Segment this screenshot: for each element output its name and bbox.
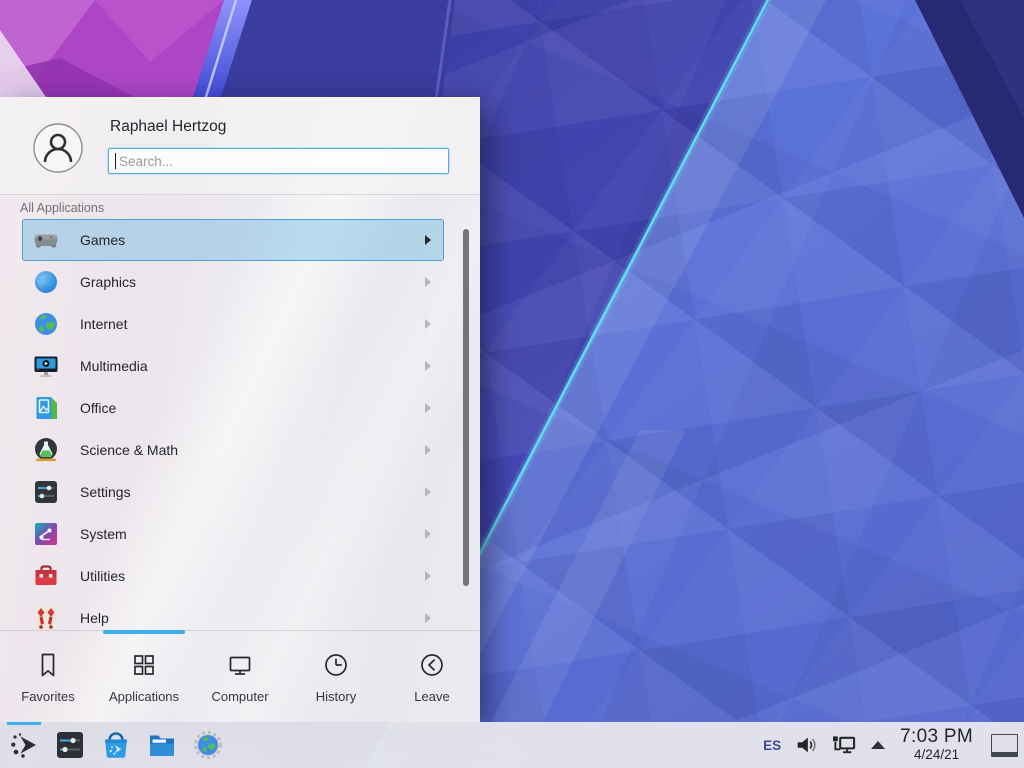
show-desktop-button[interactable]	[991, 734, 1018, 757]
footer-tab[interactable]: Applications	[96, 631, 192, 723]
desktop: Raphael Hertzog All Applications Games G…	[0, 0, 1024, 768]
submenu-arrow-icon	[425, 613, 431, 623]
category-label: Multimedia	[80, 358, 148, 374]
category-label: Office	[80, 400, 116, 416]
system-icon	[32, 520, 60, 548]
systemsettings-icon[interactable]	[55, 730, 85, 760]
scrollbar-thumb[interactable]	[463, 229, 469, 586]
category-label: Graphics	[80, 274, 136, 290]
submenu-arrow-icon	[425, 319, 431, 329]
user-avatar[interactable]	[33, 123, 83, 173]
submenu-arrow-icon	[425, 445, 431, 455]
help-icon	[32, 604, 60, 630]
system-tray: ES 7:03 PM 4/24/21	[763, 722, 1018, 768]
settings-icon	[32, 478, 60, 506]
category-label: Internet	[80, 316, 127, 332]
category-row[interactable]: Internet	[22, 303, 444, 345]
volume-icon[interactable]	[794, 733, 818, 757]
category-row[interactable]: System	[22, 513, 444, 555]
clock-time: 7:03 PM	[900, 727, 973, 747]
category-row[interactable]: Help	[22, 597, 444, 630]
category-list: Games Graphics Internet Multimedia O	[0, 219, 480, 630]
globe-icon	[32, 310, 60, 338]
search-input[interactable]	[108, 148, 449, 174]
footer-tab-label: Computer	[211, 689, 268, 704]
taskbar-pinned-apps	[0, 722, 239, 768]
category-label: Settings	[80, 484, 131, 500]
category-row[interactable]: Settings	[22, 471, 444, 513]
submenu-arrow-icon	[425, 529, 431, 539]
browser-icon[interactable]	[193, 730, 223, 760]
footer-tab[interactable]: Favorites	[0, 631, 96, 723]
bookmark-icon	[32, 649, 64, 681]
multimedia-icon	[32, 352, 60, 380]
footer-tab-label: Favorites	[21, 689, 74, 704]
category-row[interactable]: Graphics	[22, 261, 444, 303]
section-label: All Applications	[20, 201, 104, 215]
category-label: Science & Math	[80, 442, 178, 458]
digital-clock[interactable]: 7:03 PM 4/24/21	[898, 727, 975, 762]
dolphin-icon[interactable]	[147, 730, 177, 760]
launcher-header: Raphael Hertzog	[0, 98, 480, 195]
submenu-arrow-icon	[425, 487, 431, 497]
submenu-arrow-icon	[425, 235, 431, 245]
clock-icon	[320, 649, 352, 681]
launcher-footer-tabs: Favorites Applications Computer History …	[0, 630, 480, 723]
category-row[interactable]: Science & Math	[22, 429, 444, 471]
submenu-arrow-icon	[425, 571, 431, 581]
category-label: System	[80, 526, 127, 542]
footer-tab[interactable]: Leave	[384, 631, 480, 723]
kickoff-icon[interactable]	[9, 730, 39, 760]
submenu-arrow-icon	[425, 277, 431, 287]
footer-tab[interactable]: Computer	[192, 631, 288, 723]
category-label: Help	[80, 610, 109, 626]
footer-tab[interactable]: History	[288, 631, 384, 723]
user-name: Raphael Hertzog	[110, 118, 226, 136]
footer-tab-label: Applications	[109, 689, 179, 704]
category-label: Utilities	[80, 568, 125, 584]
category-row[interactable]: Games	[22, 219, 444, 261]
gamepad-icon	[32, 226, 60, 254]
science-icon	[32, 436, 60, 464]
office-icon	[32, 394, 60, 422]
application-launcher-popup: Raphael Hertzog All Applications Games G…	[0, 97, 480, 722]
footer-tab-label: History	[316, 689, 356, 704]
category-row[interactable]: Utilities	[22, 555, 444, 597]
category-row[interactable]: Office	[22, 387, 444, 429]
taskbar-panel: ES 7:03 PM 4/24/21	[0, 722, 1024, 768]
graphics-icon	[32, 268, 60, 296]
submenu-arrow-icon	[425, 361, 431, 371]
tray-expand-icon[interactable]	[871, 741, 885, 749]
leave-icon	[416, 649, 448, 681]
keyboard-layout-indicator[interactable]: ES	[763, 738, 781, 753]
grid-icon	[128, 649, 160, 681]
footer-tab-label: Leave	[414, 689, 449, 704]
network-icon[interactable]	[831, 734, 858, 757]
clock-date: 4/24/21	[900, 748, 973, 762]
category-row[interactable]: Multimedia	[22, 345, 444, 387]
text-cursor	[115, 153, 116, 169]
monitor-icon	[224, 649, 256, 681]
category-label: Games	[80, 232, 125, 248]
submenu-arrow-icon	[425, 403, 431, 413]
discover-icon[interactable]	[101, 730, 131, 760]
utilities-icon	[32, 562, 60, 590]
